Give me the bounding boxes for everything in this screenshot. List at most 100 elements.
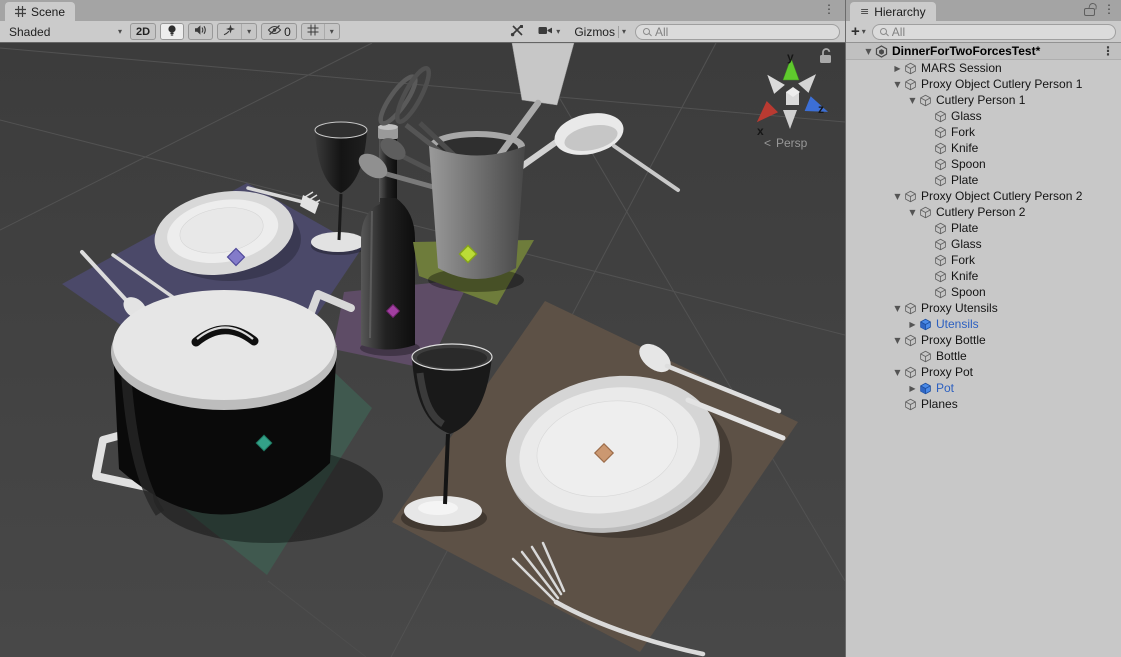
hierarchy-search-input[interactable] (892, 25, 1108, 39)
hierarchy-item-proxy-bottle[interactable]: ▼Proxy Bottle (846, 332, 1121, 348)
hierarchy-item-label: Proxy Pot (921, 365, 973, 379)
hierarchy-item-bottle[interactable]: Bottle (846, 348, 1121, 364)
gameobject-cube-icon (934, 270, 948, 283)
gameobject-cube-icon (934, 238, 948, 251)
hierarchy-item-glass[interactable]: Glass (846, 108, 1121, 124)
scene-toolbar: Shaded ▾ 2D (0, 21, 845, 43)
gameobject-cube-icon (934, 222, 948, 235)
scene-tabstrip: Scene ⋮ (0, 0, 845, 21)
toggle-2d-button[interactable]: 2D (131, 24, 155, 39)
tab-hierarchy[interactable]: ≡ Hierarchy (850, 2, 936, 21)
hierarchy-item-mars-session[interactable]: ▶ MARS Session (846, 60, 1121, 76)
foldout-expanded-icon[interactable]: ▼ (891, 80, 904, 89)
hierarchy-item-label: Cutlery Person 2 (936, 205, 1025, 219)
hierarchy-item-knife[interactable]: Knife (846, 140, 1121, 156)
scene-root-kebab-icon[interactable]: ⋮ (1102, 45, 1114, 57)
create-object-button[interactable]: + ▾ (851, 24, 866, 39)
tab-scene[interactable]: Scene (5, 2, 75, 21)
divider (618, 26, 619, 38)
hierarchy-item-utensils[interactable]: ▶ Utensils (846, 316, 1121, 332)
hierarchy-item-label: Spoon (951, 157, 986, 171)
hierarchy-item-spoon[interactable]: Spoon (846, 284, 1121, 300)
gameobject-cube-icon (904, 398, 918, 411)
hierarchy-search-field[interactable] (872, 24, 1116, 40)
hierarchy-item-label: Proxy Utensils (921, 301, 998, 315)
scene-search-input[interactable] (655, 25, 832, 39)
hierarchy-item-label: Glass (951, 237, 982, 251)
hierarchy-item-label: Bottle (936, 349, 967, 363)
lightbulb-icon (166, 24, 178, 40)
projection-label[interactable]: Persp (776, 136, 808, 150)
hierarchy-item-proxy-object-cutlery-person-2[interactable]: ▼Proxy Object Cutlery Person 2 (846, 188, 1121, 204)
hierarchy-item-label: Utensils (936, 317, 979, 331)
scene-menu-kebab-icon[interactable]: ⋮ (823, 3, 835, 15)
utensil-cup[interactable] (429, 146, 525, 279)
hierarchy-item-fork[interactable]: Fork (846, 124, 1121, 140)
unity-editor-window: Scene ⋮ Shaded ▾ 2D (0, 0, 1121, 657)
gameobject-cube-icon (934, 158, 948, 171)
hierarchy-item-plate[interactable]: Plate (846, 220, 1121, 236)
scene-effects-button[interactable] (218, 24, 241, 39)
hierarchy-item-fork[interactable]: Fork (846, 252, 1121, 268)
hierarchy-item-label: Pot (936, 381, 954, 395)
wrench-icon (510, 24, 524, 40)
plus-icon: + (851, 24, 860, 39)
chevron-down-icon: ▾ (556, 27, 560, 36)
scene-viewport[interactable]: y x z < Persp (0, 43, 845, 657)
gameobject-cube-icon (934, 110, 948, 123)
scene-lighting-button[interactable] (161, 24, 183, 39)
foldout-expanded-icon[interactable]: ▼ (906, 208, 919, 217)
scene-panel: Scene ⋮ Shaded ▾ 2D (0, 0, 845, 657)
lock-open-icon[interactable] (1084, 8, 1095, 16)
foldout-expanded-icon[interactable]: ▼ (891, 368, 904, 377)
gameobject-cube-icon (904, 62, 918, 75)
foldout-expanded-icon[interactable]: ▼ (891, 336, 904, 345)
hierarchy-menu-kebab-icon[interactable]: ⋮ (1103, 3, 1115, 15)
hierarchy-item-label: Fork (951, 253, 975, 267)
gizmos-dropdown[interactable]: Gizmos ▾ (569, 23, 631, 40)
hierarchy-item-proxy-pot[interactable]: ▼ Proxy Pot (846, 364, 1121, 380)
hierarchy-item-label: Knife (951, 141, 978, 155)
hierarchy-item-plate[interactable]: Plate (846, 172, 1121, 188)
scene-root-row[interactable]: ▼ DinnerForTwoForcesTest* ⋮ (846, 43, 1121, 60)
speaker-icon (194, 24, 207, 39)
grid-icon (15, 6, 26, 17)
hierarchy-item-label: MARS Session (921, 61, 1002, 75)
axis-label-z: z (818, 102, 824, 116)
hierarchy-item-glass[interactable]: Glass (846, 236, 1121, 252)
foldout-collapsed-icon[interactable]: ▶ (891, 64, 904, 73)
foldout-expanded-icon[interactable]: ▼ (906, 96, 919, 105)
scene-grid-button[interactable] (302, 24, 324, 39)
hierarchy-item-proxy-object-cutlery-person-1[interactable]: ▼Proxy Object Cutlery Person 1 (846, 76, 1121, 92)
shading-mode-dropdown[interactable]: Shaded ▾ (5, 25, 126, 39)
axis-label-y: y (787, 50, 794, 64)
2d-label: 2D (136, 26, 150, 38)
scene-camera-button[interactable]: ▾ (533, 23, 565, 40)
foldout-collapsed-icon[interactable]: ▶ (906, 320, 919, 329)
foldout-expanded-icon[interactable]: ▼ (891, 304, 904, 313)
hierarchy-item-knife[interactable]: Knife (846, 268, 1121, 284)
component-tools-button[interactable] (505, 23, 529, 40)
hierarchy-item-cutlery-person-2[interactable]: ▼ Cutlery Person 2 (846, 204, 1121, 220)
hierarchy-item-pot[interactable]: ▶ Pot (846, 380, 1121, 396)
scene-viewport-canvas[interactable]: y x z < Persp (0, 43, 845, 657)
chevron-down-icon: ▾ (862, 28, 866, 36)
hierarchy-item-planes[interactable]: Planes (846, 396, 1121, 412)
foldout-expanded-icon[interactable]: ▼ (891, 192, 904, 201)
foldout-expanded-icon[interactable]: ▼ (862, 47, 875, 56)
grid-frame-icon (307, 24, 319, 39)
scene-search-field[interactable] (635, 24, 840, 40)
projection-prefix: < (764, 136, 771, 150)
scene-visibility-button[interactable]: 0 (262, 24, 296, 39)
effects-dropdown-button[interactable]: ▾ (241, 24, 256, 39)
hierarchy-item-label: Plate (951, 221, 978, 235)
chevron-down-icon: ▾ (247, 27, 251, 36)
hierarchy-item-cutlery-person-1[interactable]: ▼Cutlery Person 1 (846, 92, 1121, 108)
gameobject-cube-icon (904, 78, 918, 91)
grid-dropdown-button[interactable]: ▾ (324, 24, 339, 39)
hierarchy-item-spoon[interactable]: Spoon (846, 156, 1121, 172)
shading-mode-label: Shaded (9, 25, 50, 39)
scene-audio-button[interactable] (189, 24, 212, 39)
hierarchy-item-proxy-utensils[interactable]: ▼ Proxy Utensils (846, 300, 1121, 316)
foldout-collapsed-icon[interactable]: ▶ (906, 384, 919, 393)
